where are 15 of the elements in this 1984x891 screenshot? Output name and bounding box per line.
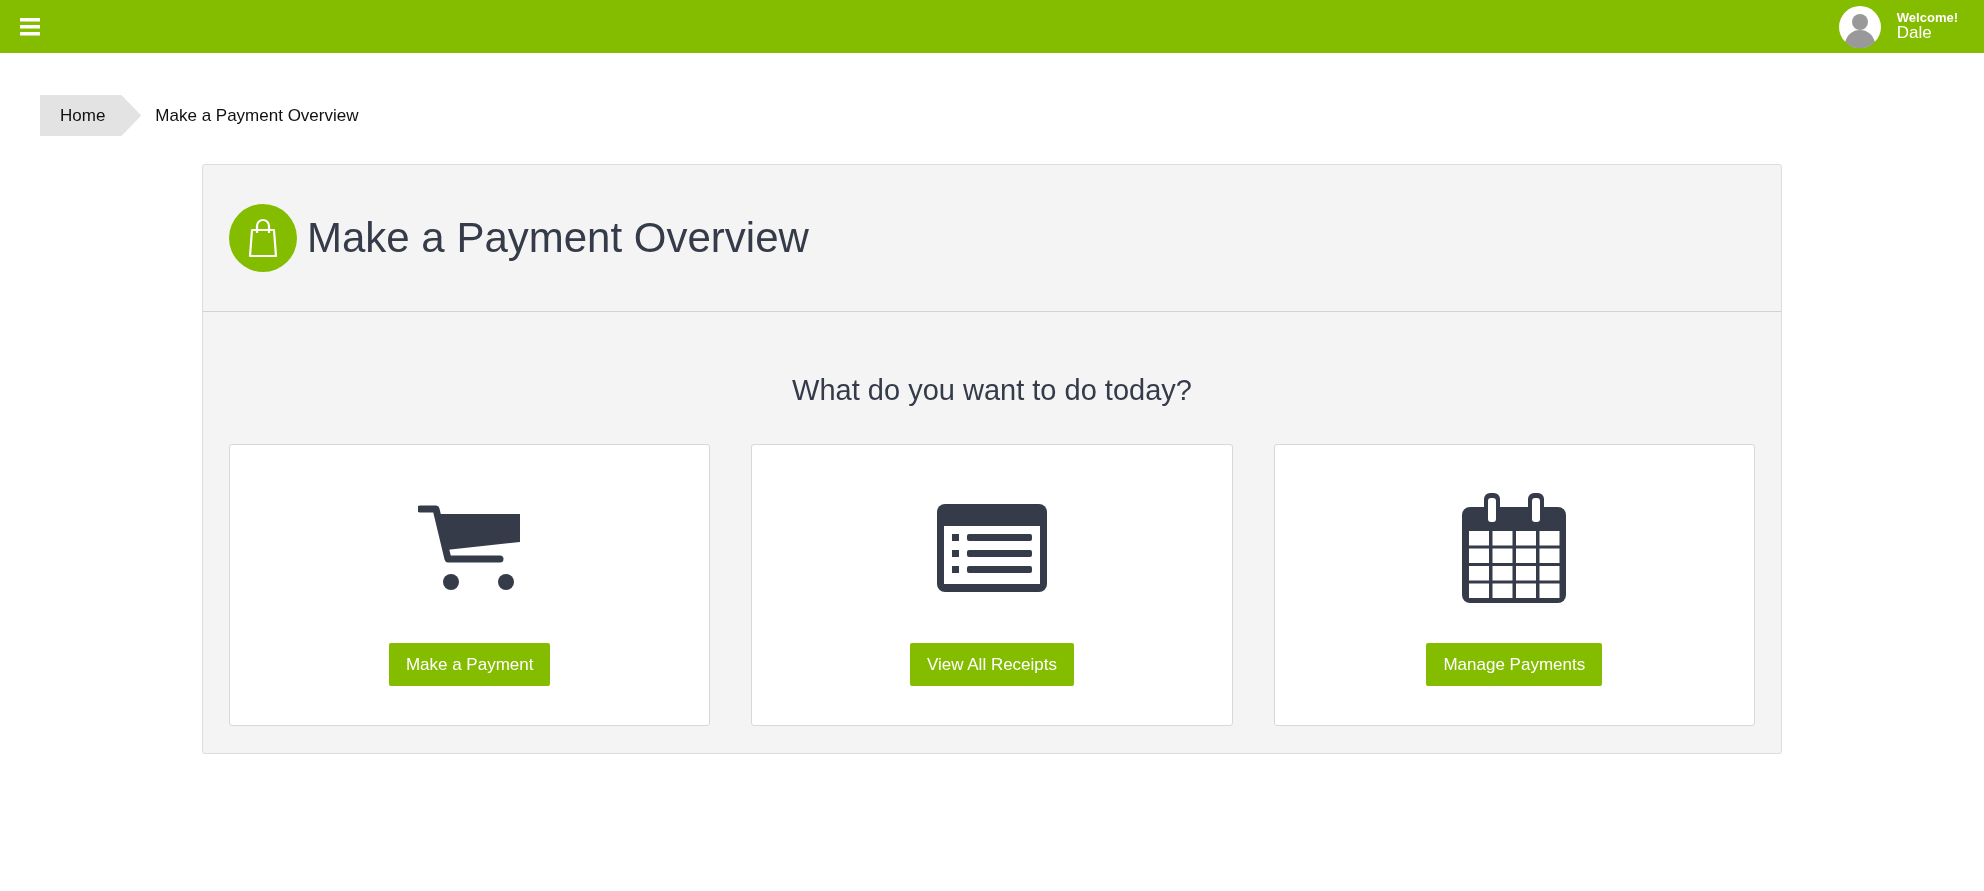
shopping-bag-icon bbox=[229, 204, 297, 272]
breadcrumb-current: Make a Payment Overview bbox=[155, 105, 359, 126]
shopping-cart-icon bbox=[417, 504, 522, 592]
action-button[interactable]: Make a Payment bbox=[388, 643, 551, 686]
avatar-icon[interactable] bbox=[1838, 5, 1881, 48]
prompt-heading: What do you want to do today? bbox=[792, 374, 1192, 407]
page-title: Make a Payment Overview bbox=[307, 214, 809, 262]
welcome-text: Welcome! bbox=[1896, 10, 1958, 25]
action-button[interactable]: View All Receipts bbox=[909, 643, 1075, 686]
user-name: Dale bbox=[1896, 24, 1933, 43]
calendar-icon bbox=[1462, 493, 1567, 603]
breadcrumb-link[interactable]: Home bbox=[40, 95, 142, 136]
menu-icon[interactable] bbox=[20, 17, 40, 36]
list-icon bbox=[937, 504, 1047, 592]
action-button[interactable]: Manage Payments bbox=[1426, 643, 1603, 686]
